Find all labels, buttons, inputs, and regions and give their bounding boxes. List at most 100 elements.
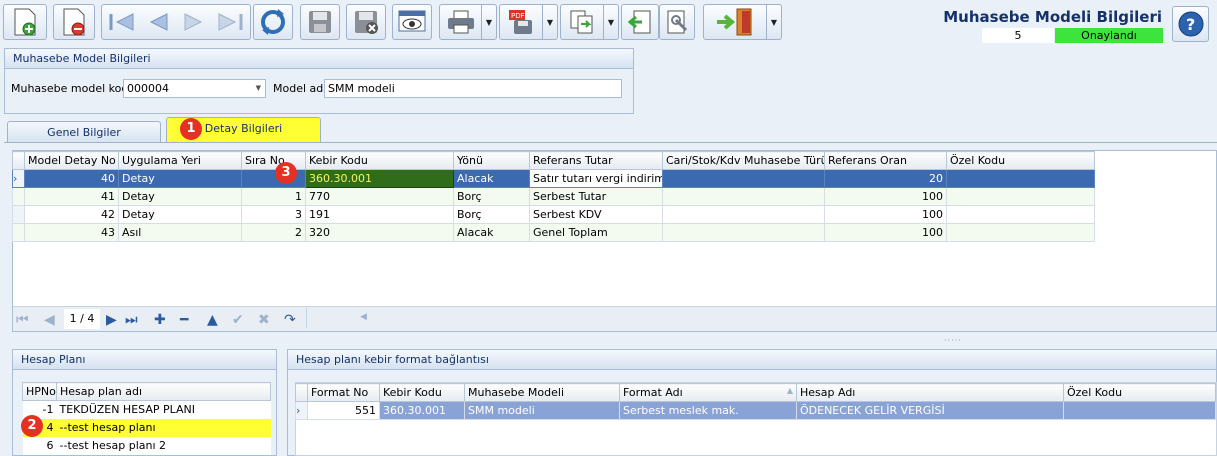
last-record-icon[interactable] [215, 11, 245, 33]
cell-muhasebe-turu[interactable] [662, 223, 825, 242]
settings-tools-button[interactable] [659, 4, 695, 40]
cell-yonu[interactable]: Borç [453, 205, 530, 224]
cell-muhasebe-turu[interactable] [662, 205, 825, 224]
cell-kebir-kodu[interactable]: 320 [305, 223, 454, 242]
help-button[interactable]: ? [1172, 6, 1209, 42]
cell-hesap-plan-adi[interactable]: TEKDÜZEN HESAP PLANI [56, 400, 271, 419]
tab-genel-bilgiler[interactable]: Genel Bilgiler [7, 121, 161, 143]
nav-first-icon[interactable]: ⏮ [16, 312, 29, 328]
col-model-detay-no[interactable]: Model Detay No [24, 151, 119, 170]
cell-uygulama-yeri[interactable]: Asıl [118, 223, 242, 242]
cell-muhasebe-modeli[interactable]: SMM modeli [464, 401, 620, 420]
cell-kebir-kodu[interactable]: 191 [305, 205, 454, 224]
cell-ozel-kodu[interactable] [946, 169, 1095, 188]
delete-record-button[interactable] [53, 4, 95, 40]
cell-kebir-kodu-editing[interactable]: 360.30.001 [305, 169, 454, 188]
col-referans-oran[interactable]: Referans Oran [824, 151, 947, 170]
col-ozel-kodu[interactable]: Özel Kodu [946, 151, 1095, 170]
cell-ozel-kodu[interactable] [946, 205, 1095, 224]
col-hesap-adi[interactable]: Hesap Adı [796, 383, 1064, 402]
cell-hpno[interactable]: 6 [22, 436, 57, 455]
cell-model-detay-no[interactable]: 43 [24, 223, 119, 242]
nav-refresh-icon[interactable]: ↷ [284, 312, 296, 328]
col-hesap-plan-adi[interactable]: Hesap plan adı [56, 382, 271, 401]
cell-referans-tutar[interactable]: Satır tutarı vergi indirimi [529, 169, 663, 188]
col-muhasebe-modeli[interactable]: Muhasebe Modeli [464, 383, 620, 402]
new-record-button[interactable] [3, 4, 47, 40]
cell-referans-oran[interactable]: 100 [824, 205, 947, 224]
cell-ozel-kodu[interactable] [946, 187, 1095, 206]
cell-format-adi[interactable]: Serbest meslek mak. [619, 401, 797, 420]
cell-hesap-plan-adi[interactable]: --test hesap planı [56, 418, 271, 437]
import-button[interactable] [621, 4, 659, 40]
first-record-icon[interactable] [107, 11, 137, 33]
cell-yonu[interactable]: Borç [453, 187, 530, 206]
copy-button[interactable] [560, 4, 604, 40]
cell-referans-tutar[interactable]: Serbest KDV [529, 205, 663, 224]
table-row[interactable]: 41 Detay 1 770 Borç Serbest Tutar 100 [12, 187, 1095, 206]
preview-button[interactable] [392, 4, 432, 40]
cancel-save-button[interactable] [346, 4, 386, 40]
cell-model-detay-no[interactable]: 42 [24, 205, 119, 224]
cell-muhasebe-turu[interactable] [662, 187, 825, 206]
table-row[interactable]: › 40 Detay 360.30.001 Alacak Satır tutar… [12, 169, 1095, 188]
cell-referans-tutar[interactable]: Genel Toplam [529, 223, 663, 242]
previous-record-icon[interactable] [147, 11, 171, 33]
cell-referans-tutar[interactable]: Serbest Tutar [529, 187, 663, 206]
nav-next-icon[interactable]: ▶ [106, 312, 117, 328]
col-sira-no[interactable]: Sıra No [241, 151, 306, 170]
cell-uygulama-yeri[interactable]: Detay [118, 205, 242, 224]
save-button[interactable] [300, 4, 340, 40]
scroll-left-icon[interactable]: ◀ [360, 312, 367, 322]
cell-sira-no[interactable]: 1 [241, 187, 306, 206]
col-kebir-kodu[interactable]: Kebir Kodu [305, 151, 454, 170]
cell-hesap-plan-adi[interactable]: --test hesap planı 2 [56, 436, 271, 455]
col-hpno[interactable]: HPNo [22, 382, 57, 401]
model-code-select[interactable]: 000004 ▼ [123, 79, 266, 98]
cell-format-no[interactable]: 551 [307, 401, 380, 420]
col-kebir-kodu[interactable]: Kebir Kodu [379, 383, 465, 402]
refresh-button[interactable] [253, 4, 293, 40]
list-item[interactable]: -1 TEKDÜZEN HESAP PLANI [22, 400, 271, 419]
cell-uygulama-yeri[interactable]: Detay [118, 187, 242, 206]
exit-button[interactable] [703, 4, 767, 40]
cell-model-detay-no[interactable]: 40 [24, 169, 119, 188]
list-item-selected[interactable]: 4 --test hesap planı [22, 418, 271, 437]
cell-hesap-adi[interactable]: ÖDENECEK GELİR VERGİSİ [796, 401, 1064, 420]
splitter-grip[interactable]: ····· [944, 336, 962, 345]
cell-sira-no[interactable]: 3 [241, 205, 306, 224]
table-row[interactable]: 42 Detay 3 191 Borç Serbest KDV 100 [12, 205, 1095, 224]
print-button[interactable] [439, 4, 482, 40]
col-yonu[interactable]: Yönü [453, 151, 530, 170]
col-format-adi[interactable]: Format Adı ▲ [619, 383, 797, 402]
col-format-no[interactable]: Format No [307, 383, 380, 402]
table-row[interactable]: 43 Asıl 2 320 Alacak Genel Toplam 100 [12, 223, 1095, 242]
cell-uygulama-yeri[interactable]: Detay [118, 169, 242, 188]
next-record-icon[interactable] [181, 11, 205, 33]
export-dropdown-button[interactable]: ▼ [542, 4, 558, 40]
col-referans-tutar[interactable]: Referans Tutar [529, 151, 663, 170]
cell-ozel-kodu[interactable] [946, 223, 1095, 242]
cell-referans-oran[interactable]: 100 [824, 187, 947, 206]
nav-edit-icon[interactable]: ▲ [207, 312, 218, 328]
nav-delete-icon[interactable]: ━ [180, 312, 188, 328]
nav-cancel-icon[interactable]: ✖ [258, 312, 270, 328]
list-item[interactable]: 6 --test hesap planı 2 [22, 436, 271, 455]
col-ozel-kodu[interactable]: Özel Kodu [1063, 383, 1216, 402]
cell-kebir-kodu[interactable]: 360.30.001 [379, 401, 465, 420]
cell-referans-oran[interactable]: 100 [824, 223, 947, 242]
export-pdf-button[interactable]: PDF [499, 4, 543, 40]
nav-last-icon[interactable]: ⏭ [125, 312, 138, 328]
nav-post-icon[interactable]: ✔ [232, 312, 244, 328]
cell-yonu[interactable]: Alacak [453, 223, 530, 242]
cell-sira-no[interactable]: 2 [241, 223, 306, 242]
exit-dropdown-button[interactable]: ▼ [766, 4, 782, 40]
cell-muhasebe-turu[interactable] [662, 169, 825, 188]
copy-dropdown-button[interactable]: ▼ [603, 4, 619, 40]
nav-add-icon[interactable]: ✚ [154, 312, 166, 328]
table-row[interactable]: › 551 360.30.001 SMM modeli Serbest mesl… [295, 401, 1216, 420]
cell-kebir-kodu[interactable]: 770 [305, 187, 454, 206]
cell-ozel-kodu[interactable] [1063, 401, 1216, 420]
col-uygulama-yeri[interactable]: Uygulama Yeri [118, 151, 242, 170]
col-muhasebe-turu[interactable]: Cari/Stok/Kdv Muhasebe Türü [662, 151, 825, 170]
